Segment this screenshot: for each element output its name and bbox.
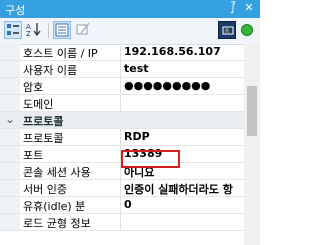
toolbar-separator <box>48 23 49 39</box>
property-name: 로드 균형 정보 <box>23 217 91 230</box>
column-divider <box>120 214 121 230</box>
column-divider <box>120 44 121 60</box>
row-gutter <box>0 214 20 230</box>
property-row-host[interactable]: 호스트 이름 / IP 192.168.56.107 <box>0 44 244 61</box>
toolbar: A Z R <box>0 18 260 45</box>
sort-az-icon[interactable]: A Z <box>25 21 43 39</box>
property-row-protocol[interactable]: 프로토콜 RDP <box>0 129 244 146</box>
column-divider <box>120 95 121 111</box>
property-row-server-auth[interactable]: 서버 인증 인증이 실패하더라도 항 <box>0 180 244 197</box>
category-label: 프로토콜 <box>23 115 64 128</box>
row-gutter <box>0 197 20 213</box>
title-bar: 구성 ⨛ ✕ <box>0 0 260 18</box>
category-protocol[interactable]: ⌄ 프로토콜 <box>0 112 244 129</box>
row-gutter <box>0 180 20 196</box>
property-name: 도메인 <box>23 98 54 111</box>
edit-icon[interactable] <box>75 21 93 39</box>
connection-settings-icon[interactable]: R <box>218 21 236 39</box>
row-gutter <box>0 44 20 60</box>
column-divider <box>120 197 121 213</box>
property-pages-icon[interactable] <box>53 21 71 39</box>
close-icon[interactable]: ✕ <box>242 1 256 15</box>
column-divider <box>120 78 121 94</box>
property-value[interactable]: 192.168.56.107 <box>124 45 221 58</box>
property-name: 서버 인증 <box>23 183 67 196</box>
status-indicator-icon <box>241 24 253 36</box>
password-value[interactable]: ●●●●●●●●● <box>124 79 210 92</box>
row-gutter <box>0 78 20 94</box>
row-gutter <box>0 163 20 179</box>
property-row-username[interactable]: 사용자 이름 test <box>0 61 244 78</box>
property-row-password[interactable]: 암호 ●●●●●●●●● <box>0 78 244 95</box>
column-divider <box>120 180 121 196</box>
property-name: 콘솔 세션 사용 <box>23 166 91 179</box>
property-name: 호스트 이름 / IP <box>23 47 98 60</box>
property-value[interactable]: RDP <box>124 130 150 143</box>
property-row-domain[interactable]: 도메인 <box>0 95 244 112</box>
panel-title: 구성 <box>5 4 26 17</box>
row-gutter <box>0 129 20 145</box>
property-value[interactable]: test <box>124 62 149 75</box>
pin-icon[interactable]: ⨛ <box>226 1 240 15</box>
row-gutter <box>0 61 20 77</box>
scrollbar-thumb[interactable] <box>247 86 257 136</box>
property-name: 사용자 이름 <box>23 64 78 77</box>
property-row-idle[interactable]: 유휴(idle) 분 0 <box>0 197 244 214</box>
row-gutter <box>0 146 20 162</box>
property-grid: 호스트 이름 / IP 192.168.56.107 사용자 이름 test 암… <box>0 44 244 245</box>
port-highlight-box <box>121 150 180 168</box>
property-name: 암호 <box>23 81 44 94</box>
property-name: 포트 <box>23 149 44 162</box>
property-value[interactable]: 인증이 실패하더라도 항 <box>124 181 233 197</box>
row-gutter <box>0 95 20 111</box>
column-divider <box>120 61 121 77</box>
property-name: 프로토콜 <box>23 132 64 145</box>
property-name: 유휴(idle) 분 <box>23 200 86 213</box>
svg-text:R: R <box>225 28 229 35</box>
property-value[interactable]: 0 <box>124 198 132 211</box>
svg-text:Z: Z <box>26 30 31 37</box>
column-divider <box>120 129 121 145</box>
categorized-view-icon[interactable] <box>4 21 22 39</box>
chevron-down-icon[interactable]: ⌄ <box>5 112 15 126</box>
vertical-scrollbar[interactable] <box>244 44 260 245</box>
property-row-load-balance[interactable]: 로드 균형 정보 <box>0 214 244 231</box>
